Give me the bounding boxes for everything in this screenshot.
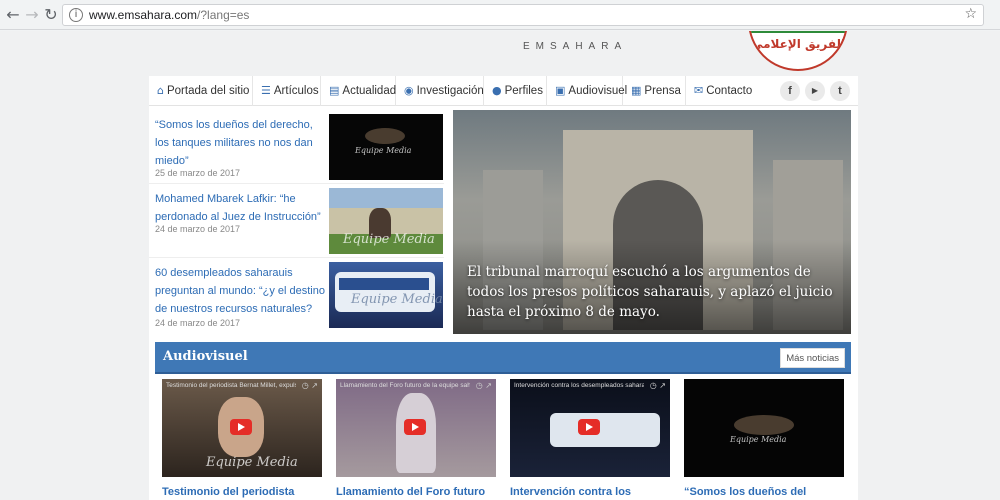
newspaper-icon: ▦ [631,84,642,97]
news-item[interactable]: Mohamed Mbarek Lafkir: “he perdonado al … [149,184,444,258]
play-icon[interactable] [578,419,600,435]
home-icon: ⌂ [157,84,164,97]
main-nav: ⌂ Portada del sitio ☰ Artículos ▤ Actualida… [149,76,858,106]
hero-image[interactable]: El tribunal marroquí escuchó a los argum… [453,110,851,334]
mail-icon: ✉ [694,84,704,97]
thumb-figure [734,415,794,435]
nav-label: Perfiles [504,85,543,97]
section-title: Audiovisuel [163,349,248,364]
info-icon[interactable]: i [69,8,83,22]
video-overlay-title: Testimonio del periodista Bernat Millet,… [166,382,296,389]
nav-item-actualidad[interactable]: ▤ Actualidad [321,76,396,106]
video-thumbnail[interactable]: Equipe Media [684,379,844,477]
video-thumbnail[interactable]: Testimonio del periodista Bernat Millet,… [162,379,322,477]
news-thumbnail[interactable]: Equipe Media [329,114,443,180]
news-date: 25 de marzo de 2017 [155,168,241,178]
thumb-figure [365,128,405,144]
play-icon[interactable] [404,419,426,435]
video-overlay-title: Llamamiento del Foro futuro de la equipe… [340,382,470,389]
reload-icon[interactable]: ↻ [42,6,60,24]
watermark-text: Equipe Media [343,232,435,247]
nav-item-audiovisuel[interactable]: ▣ Audiovisuel [547,76,627,106]
news-item[interactable]: “Somos los dueños del derecho, los tanqu… [149,110,444,184]
web-page: EMSAHARA الفريق الإعلامي ⌂ Portada del si… [0,31,1000,500]
content-container: ⌂ Portada del sitio ☰ Artículos ▤ Actualida… [149,76,858,500]
video-title[interactable]: Llamamiento del Foro futuro [336,486,501,498]
nav-item-portada[interactable]: ⌂ Portada del sitio [149,76,253,106]
list-icon: ☰ [261,84,271,97]
thumb-bus-window [339,278,429,290]
youtube-icon[interactable]: ▶ [805,81,825,101]
news-thumbnail[interactable]: Equipe Media [329,262,443,328]
film-icon: ▣ [555,84,566,97]
share-icon[interactable]: ◷ ↗ [650,381,666,390]
news-date: 24 de marzo de 2017 [155,318,241,328]
nav-label: Audiovisuel [568,85,628,97]
twitter-icon[interactable]: t [830,81,850,101]
address-bar[interactable]: i www.emsahara.com/?lang=es ☆ [62,4,984,26]
forward-icon[interactable]: → [23,6,41,24]
watermark-text: Equipe Media [206,455,298,470]
play-icon[interactable] [230,419,252,435]
url-path: /?lang=es [197,8,250,22]
more-news-button[interactable]: Más noticias [780,348,845,368]
nav-label: Investigación [416,85,484,97]
doc-icon: ▤ [329,84,340,97]
facebook-icon[interactable]: f [780,81,800,101]
video-title[interactable]: Intervención contra los [510,486,675,498]
news-title[interactable]: Mohamed Mbarek Lafkir: “he perdonado al … [155,190,325,226]
watermark-text: Equipe Media [730,435,787,444]
share-icon[interactable]: ◷ ↗ [302,381,318,390]
news-title[interactable]: “Somos los dueños del derecho, los tanqu… [155,116,325,170]
browser-toolbar: ← → ↻ i www.emsahara.com/?lang=es ☆ [0,0,1000,30]
video-thumbnail[interactable]: Intervención contra los desempleados sah… [510,379,670,477]
star-icon[interactable]: ☆ [964,6,977,22]
news-title[interactable]: 60 desempleados saharauis preguntan al m… [155,264,325,318]
news-date: 24 de marzo de 2017 [155,224,241,234]
logo-band [750,31,846,33]
logo-text: الفريق الإعلامي [750,37,846,51]
video-overlay-title: Intervención contra los desempleados sah… [514,382,644,389]
url-text[interactable]: www.emsahara.com/?lang=es [89,8,249,22]
nav-item-contacto[interactable]: ✉ Contacto [686,76,756,106]
nav-label: Prensa [644,85,681,97]
news-item[interactable]: 60 desempleados saharauis preguntan al m… [149,258,444,336]
thumb-bus [550,413,660,447]
url-host: www.emsahara.com [89,8,198,22]
news-thumbnail[interactable]: Equipe Media [329,188,443,254]
nav-item-prensa[interactable]: ▦ Prensa [623,76,686,106]
nav-label: Portada del sitio [166,85,250,97]
video-title[interactable]: “Somos los dueños del [684,486,849,498]
site-tagline: EMSAHARA [523,41,628,52]
nav-item-perfiles[interactable]: ● Perfiles [484,76,547,106]
video-thumbnail[interactable]: Llamamiento del Foro futuro de la equipe… [336,379,496,477]
target-icon: ◉ [404,84,414,97]
user-icon: ● [492,84,502,97]
share-icon[interactable]: ◷ ↗ [476,381,492,390]
nav-item-articulos[interactable]: ☰ Artículos [253,76,321,106]
nav-item-investigacion[interactable]: ◉ Investigación [396,76,484,106]
video-title[interactable]: Testimonio del periodista [162,486,327,498]
audiovisuel-header: Audiovisuel Más noticias [155,342,851,374]
hero-caption[interactable]: El tribunal marroquí escuchó a los argum… [467,262,841,322]
watermark-text: Equipe Media [351,292,443,307]
watermark-text: Equipe Media [355,146,412,155]
site-logo[interactable]: الفريق الإعلامي [748,31,848,71]
back-icon[interactable]: ← [4,6,22,24]
nav-label: Contacto [706,85,753,97]
nav-label: Actualidad [342,85,397,97]
nav-label: Artículos [273,85,319,97]
